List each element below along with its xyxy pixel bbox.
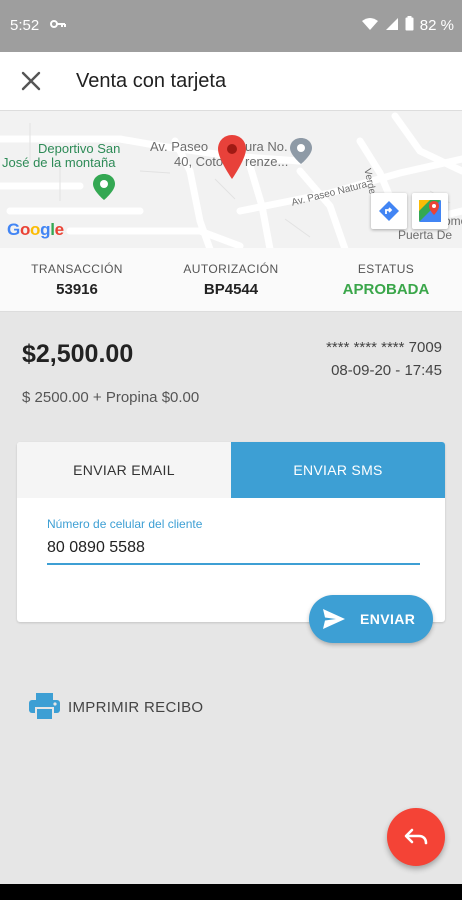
status-time: 5:52 [10, 17, 40, 34]
map-address-label: ura No. [245, 139, 288, 154]
send-icon [323, 609, 345, 629]
status-bar: 5:52 82 % [0, 0, 462, 52]
tab-send-sms[interactable]: ENVIAR SMS [231, 442, 445, 498]
signal-icon [385, 17, 399, 35]
map-right-label: Puerta De [398, 228, 453, 242]
wifi-icon [361, 17, 379, 35]
status-column: ESTATUS APROBADA [316, 262, 456, 298]
battery-percent: 82 % [419, 17, 454, 34]
amount-breakdown: $ 2500.00 + Propina $0.00 [22, 389, 200, 406]
print-receipt-label: IMPRIMIR RECIBO [68, 698, 204, 716]
map-address-label: renze... [245, 154, 289, 169]
status-icons: 82 % [361, 16, 454, 35]
authorization-value: BP4544 [203, 281, 259, 298]
map-pin-icon [218, 135, 246, 184]
map-address-label: Av. Paseo [150, 139, 209, 154]
undo-button[interactable] [387, 808, 445, 866]
map-view[interactable]: Deportivo San José de la montaña Av. Pas… [0, 110, 462, 248]
send-button[interactable]: ENVIAR [309, 595, 433, 643]
google-maps-icon [419, 200, 441, 222]
transaction-label: TRANSACCIÓN [31, 262, 123, 276]
close-icon [21, 71, 41, 91]
map-place-label: Deportivo San [38, 141, 121, 156]
send-button-label: ENVIAR [360, 611, 416, 627]
google-logo: Google [7, 220, 64, 239]
directions-icon [379, 201, 399, 221]
transaction-value: 53916 [56, 281, 98, 298]
print-icon [29, 693, 60, 721]
authorization-label: AUTORIZACIÓN [183, 262, 279, 276]
phone-field[interactable] [47, 537, 420, 565]
authorization-column: AUTORIZACIÓN BP4544 [161, 262, 301, 298]
map-address-label: 40, Coto [174, 154, 224, 169]
undo-icon [404, 828, 428, 845]
map-place-label: José de la montaña [2, 155, 116, 170]
close-button[interactable] [14, 64, 48, 98]
navigation-bar [0, 884, 462, 900]
battery-icon [405, 16, 414, 35]
key-icon [50, 18, 66, 33]
poi-pin-icon [290, 138, 312, 169]
status-badge: APROBADA [342, 281, 430, 298]
phone-field-label: Número de celular del cliente [47, 517, 203, 531]
masked-card-number: **** **** **** 7009 [326, 339, 442, 356]
total-amount: $2,500.00 [22, 340, 134, 368]
open-in-maps-button[interactable] [412, 193, 448, 229]
page-title: Venta con tarjeta [76, 70, 227, 92]
transaction-info: TRANSACCIÓN 53916 AUTORIZACIÓN BP4544 ES… [0, 248, 462, 312]
park-pin-icon [93, 174, 115, 205]
app-bar: Venta con tarjeta [0, 52, 462, 110]
print-receipt-button[interactable]: IMPRIMIR RECIBO [28, 693, 203, 721]
directions-button[interactable] [371, 193, 407, 229]
transaction-datetime: 08-09-20 - 17:45 [331, 362, 442, 379]
transaction-column: TRANSACCIÓN 53916 [7, 262, 147, 298]
status-label: ESTATUS [357, 262, 415, 276]
tab-send-email[interactable]: ENVIAR EMAIL [17, 442, 231, 498]
